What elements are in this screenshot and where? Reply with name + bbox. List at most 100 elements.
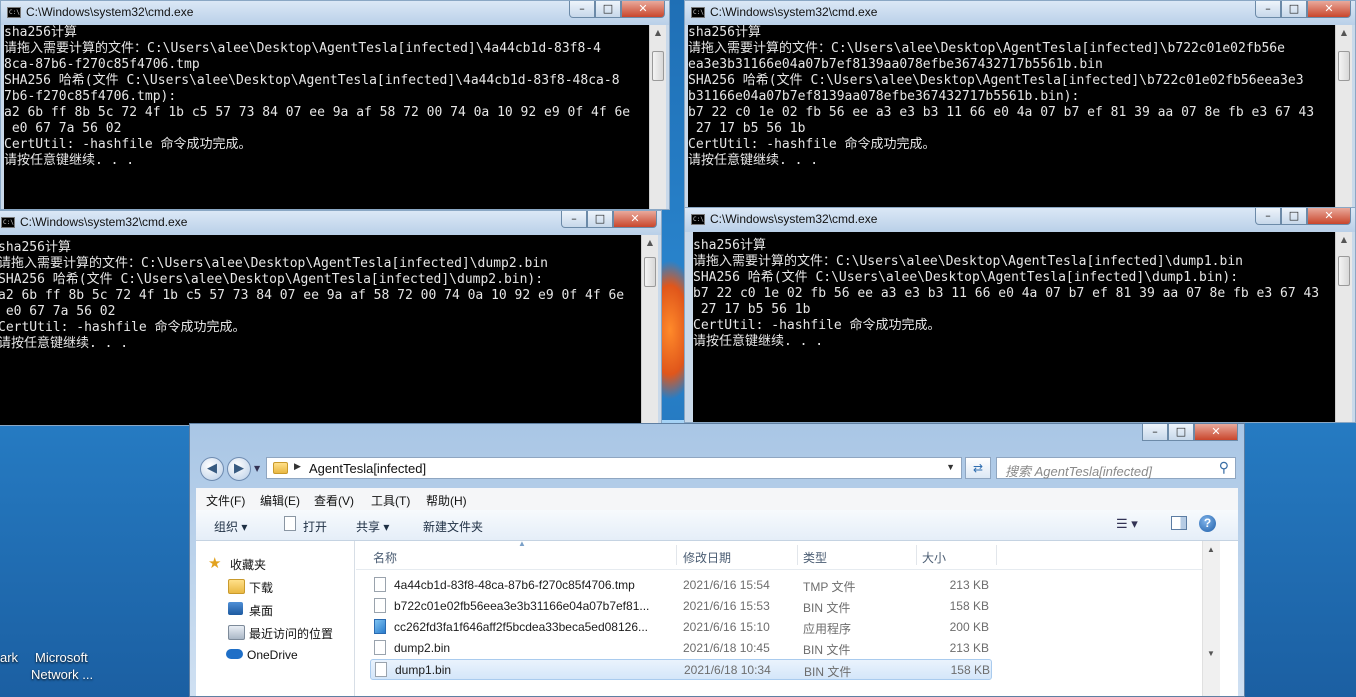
- title-bar[interactable]: C:\ C:\Windows\system32\cmd.exe – □ ✕: [685, 208, 1355, 232]
- file-name: cc262fd3fa1f646aff2f5bcdea33beca5ed08126…: [394, 620, 649, 634]
- close-button[interactable]: ✕: [1307, 1, 1351, 18]
- desktop-icon-labels: ark Microsoft Network ...: [0, 648, 190, 697]
- close-button[interactable]: ✕: [613, 211, 657, 228]
- forward-arrow-icon[interactable]: ▶: [227, 457, 251, 481]
- desktop-icon-label-ark[interactable]: ark: [0, 650, 18, 666]
- console-text: sha256计算 请拖入需要计算的文件：C:\Users\alee\Deskto…: [688, 25, 1315, 168]
- cmd-icon: C:\: [7, 7, 21, 18]
- file-date: 2021/6/18 10:34: [684, 663, 771, 677]
- minimize-button[interactable]: –: [561, 211, 587, 228]
- minimize-button[interactable]: –: [1255, 1, 1281, 18]
- share-button[interactable]: 共享 ▾: [356, 518, 389, 535]
- navigation-pane: ★ 收藏夹 下载 桌面 最近访问的位置 OneDrive: [196, 541, 355, 696]
- menu-view[interactable]: 查看(V): [314, 492, 354, 509]
- console-text: sha256计算 请拖入需要计算的文件：C:\Users\alee\Deskto…: [4, 25, 631, 168]
- explorer-window[interactable]: – □ ✕ ◀ ▶ ▼ ▶ AgentTesla[infected] ▼ ⇄ 搜…: [189, 423, 1245, 697]
- file-type: TMP 文件: [803, 580, 856, 594]
- menu-tools[interactable]: 工具(T): [371, 492, 410, 509]
- address-bar[interactable]: ▶ AgentTesla[infected] ▼: [266, 457, 962, 479]
- file-row[interactable]: b722c01e02fb56eea3e3b31166e04a07b7ef81..…: [370, 596, 992, 617]
- cmd-window-1[interactable]: C:\ C:\Windows\system32\cmd.exe – □ ✕ sh…: [0, 0, 670, 210]
- file-icon: [374, 598, 386, 613]
- desktop-icon-label-network[interactable]: Network ...: [31, 667, 93, 683]
- scroll-up-icon[interactable]: ▲: [1207, 545, 1215, 554]
- file-date: 2021/6/16 15:53: [683, 599, 770, 613]
- nav-onedrive[interactable]: OneDrive: [247, 648, 298, 662]
- explorer-content: ★ 收藏夹 下载 桌面 最近访问的位置 OneDrive 名称 ▲ 修改日期 类…: [196, 539, 1238, 696]
- scroll-down-icon[interactable]: ▼: [1207, 649, 1215, 658]
- console-output[interactable]: sha256计算 请拖入需要计算的文件：C:\Users\alee\Deskto…: [693, 232, 1335, 422]
- console-output[interactable]: sha256计算 请拖入需要计算的文件：C:\Users\alee\Deskto…: [688, 25, 1335, 207]
- cmd-window-2[interactable]: C:\ C:\Windows\system32\cmd.exe – □ ✕ sh…: [684, 0, 1356, 208]
- file-size: 213 KB: [949, 641, 989, 655]
- maximize-button[interactable]: □: [1168, 424, 1194, 441]
- breadcrumb-chevron-icon[interactable]: ▶: [294, 461, 301, 472]
- organize-button[interactable]: 组织 ▾: [214, 518, 247, 535]
- desktop-icon-label-microsoft[interactable]: Microsoft: [35, 650, 88, 666]
- maximize-button[interactable]: □: [595, 1, 621, 18]
- search-icon[interactable]: ⚲: [1219, 459, 1229, 476]
- title-bar[interactable]: C:\ C:\Windows\system32\cmd.exe – □ ✕: [1, 1, 669, 25]
- cmd-window-3[interactable]: C:\ C:\Windows\system32\cmd.exe – □ ✕ sh…: [0, 210, 662, 426]
- scroll-thumb[interactable]: [652, 51, 664, 81]
- console-output[interactable]: sha256计算 请拖入需要计算的文件：C:\Users\alee\Deskto…: [0, 235, 641, 425]
- file-row[interactable]: cc262fd3fa1f646aff2f5bcdea33beca5ed08126…: [370, 617, 992, 638]
- desktop-icon: [228, 602, 243, 615]
- nav-recent-places[interactable]: 最近访问的位置: [249, 625, 333, 642]
- vertical-scrollbar[interactable]: ▲: [641, 235, 658, 425]
- vertical-scrollbar[interactable]: ▲: [649, 25, 666, 209]
- console-output[interactable]: sha256计算 请拖入需要计算的文件：C:\Users\alee\Deskto…: [4, 25, 649, 209]
- cmd-icon: C:\: [691, 7, 705, 18]
- column-size[interactable]: 大小: [922, 549, 946, 566]
- back-arrow-icon[interactable]: ◀: [200, 457, 224, 481]
- help-icon[interactable]: ?: [1199, 515, 1216, 532]
- nav-desktop[interactable]: 桌面: [249, 602, 273, 619]
- breadcrumb-current[interactable]: AgentTesla[infected]: [309, 461, 426, 476]
- title-bar[interactable]: C:\ C:\Windows\system32\cmd.exe – □ ✕: [0, 211, 661, 235]
- close-button[interactable]: ✕: [1307, 208, 1351, 225]
- nav-downloads[interactable]: 下载: [249, 579, 273, 596]
- application-icon: [374, 619, 386, 634]
- file-row[interactable]: 4a44cb1d-83f8-48ca-87b6-f270c85f4706.tmp…: [370, 575, 992, 596]
- title-bar[interactable]: C:\ C:\Windows\system32\cmd.exe – □ ✕: [685, 1, 1355, 25]
- address-dropdown-icon[interactable]: ▼: [946, 462, 955, 472]
- minimize-button[interactable]: –: [1142, 424, 1168, 441]
- file-type: BIN 文件: [803, 643, 851, 657]
- open-button[interactable]: 打开: [303, 518, 327, 535]
- scroll-up-icon[interactable]: ▲: [651, 25, 665, 41]
- file-row[interactable]: dump2.bin 2021/6/18 10:45 BIN 文件 213 KB: [370, 638, 992, 659]
- menu-file[interactable]: 文件(F): [206, 492, 245, 509]
- close-button[interactable]: ✕: [1194, 424, 1238, 441]
- maximize-button[interactable]: □: [1281, 1, 1307, 18]
- folder-icon: [273, 462, 288, 474]
- menu-edit[interactable]: 编辑(E): [260, 492, 300, 509]
- file-row-selected[interactable]: dump1.bin 2021/6/18 10:34 BIN 文件 158 KB: [370, 659, 992, 680]
- search-input[interactable]: 搜索 AgentTesla[infected] ⚲: [996, 457, 1236, 479]
- refresh-icon[interactable]: ⇄: [965, 457, 991, 479]
- vertical-scrollbar[interactable]: ▲: [1335, 232, 1352, 422]
- preview-pane-icon[interactable]: [1171, 516, 1187, 530]
- scroll-up-icon[interactable]: ▲: [643, 235, 657, 251]
- scroll-thumb[interactable]: [1338, 256, 1350, 286]
- cmd-icon: C:\: [1, 217, 15, 228]
- menu-help[interactable]: 帮助(H): [426, 492, 467, 509]
- scroll-up-icon[interactable]: ▲: [1337, 232, 1351, 248]
- close-button[interactable]: ✕: [621, 1, 665, 18]
- maximize-button[interactable]: □: [1281, 208, 1307, 225]
- new-folder-button[interactable]: 新建文件夹: [423, 518, 483, 535]
- minimize-button[interactable]: –: [569, 1, 595, 18]
- column-name[interactable]: 名称: [373, 549, 397, 566]
- scroll-up-icon[interactable]: ▲: [1337, 25, 1351, 41]
- nav-favorites[interactable]: 收藏夹: [230, 556, 266, 573]
- view-options-icon[interactable]: ☰ ▾: [1116, 516, 1138, 532]
- file-list-scrollbar[interactable]: ▲ ▼: [1202, 541, 1220, 696]
- vertical-scrollbar[interactable]: ▲: [1335, 25, 1352, 207]
- scroll-thumb[interactable]: [1338, 51, 1350, 81]
- minimize-button[interactable]: –: [1255, 208, 1281, 225]
- column-modified[interactable]: 修改日期: [683, 549, 731, 566]
- column-type[interactable]: 类型: [803, 549, 827, 566]
- cmd-window-4[interactable]: C:\ C:\Windows\system32\cmd.exe – □ ✕ sh…: [684, 207, 1356, 423]
- recent-pages-chevron-icon[interactable]: ▼: [254, 464, 260, 473]
- maximize-button[interactable]: □: [587, 211, 613, 228]
- scroll-thumb[interactable]: [644, 257, 656, 287]
